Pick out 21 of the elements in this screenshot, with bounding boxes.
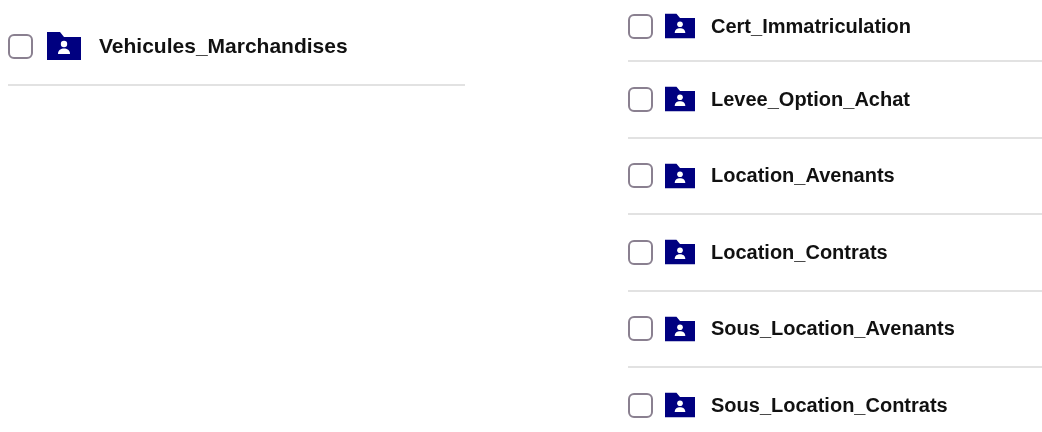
checkbox[interactable] [628, 239, 653, 265]
shared-folder-icon [665, 239, 695, 266]
folder-name[interactable]: Cert_Immatriculation [711, 14, 912, 38]
folder-name[interactable]: Vehicules_Marchandises [99, 34, 348, 58]
checkbox[interactable] [8, 33, 33, 59]
folder-name[interactable]: Sous_Location_Avenants [711, 317, 955, 341]
checkbox[interactable] [628, 392, 653, 418]
folder-name[interactable]: Sous_Location_Contrats [711, 393, 948, 417]
checkbox[interactable] [628, 316, 653, 342]
checkbox[interactable] [628, 13, 653, 39]
folder-name[interactable]: Location_Avenants [711, 164, 895, 188]
folder-name[interactable]: Levee_Option_Achat [711, 87, 910, 111]
checkbox[interactable] [628, 86, 653, 112]
shared-folder-icon [665, 162, 695, 189]
checkbox[interactable] [628, 163, 653, 189]
folder-name[interactable]: Location_Contrats [711, 240, 888, 264]
shared-folder-icon [47, 32, 81, 60]
shared-folder-icon [665, 315, 695, 342]
shared-folder-icon [665, 86, 695, 113]
shared-folder-icon [665, 392, 695, 419]
shared-folder-icon [665, 13, 695, 39]
